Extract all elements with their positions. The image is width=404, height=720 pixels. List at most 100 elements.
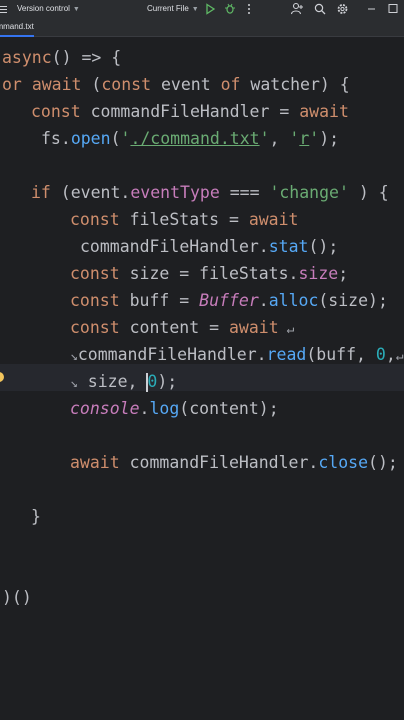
maximize-icon[interactable]: [388, 0, 398, 18]
code-token: (: [81, 75, 102, 94]
code-token: );: [319, 129, 340, 148]
code-token: Buffer: [199, 291, 259, 310]
code-token: open: [70, 129, 111, 148]
code-editor[interactable]: async() => { or await (const event of wa…: [0, 37, 404, 720]
chevron-down-icon: ▼: [72, 6, 80, 13]
menu-icon[interactable]: [0, 0, 10, 18]
code-token: fs.: [41, 129, 71, 148]
tab-command-txt[interactable]: command.txt: [0, 18, 34, 37]
code-token: size = fileStats.: [119, 264, 299, 283]
code-token: await: [228, 318, 279, 337]
code-token: ': [309, 129, 320, 148]
code-line-13: console.log(content);: [70, 395, 279, 422]
code-token: (size);: [318, 291, 388, 310]
code-token: or: [2, 75, 22, 94]
code-token: );: [157, 372, 178, 391]
code-token: (buff,: [306, 345, 376, 364]
code-line-1: async() => {: [2, 44, 121, 71]
code-token: stat: [268, 237, 309, 256]
more-actions-icon[interactable]: [244, 0, 254, 18]
run-configuration-dropdown[interactable]: Current File ▼: [147, 0, 199, 18]
code-token: commandFileHandler.: [80, 237, 269, 256]
code-token: commandFileHandler.: [119, 453, 319, 472]
code-line-11: ↘commandFileHandler.read(buff, 0,↵: [70, 341, 404, 368]
tab-label: command.txt: [0, 22, 34, 31]
code-token: }: [31, 507, 41, 526]
code-token: ': [289, 129, 300, 148]
code-token: const: [70, 291, 120, 310]
code-token: 0: [375, 345, 386, 364]
code-line-8: const size = fileStats.size;: [70, 260, 348, 287]
code-token: r: [299, 129, 310, 148]
code-token: const: [31, 102, 81, 121]
code-line-16: )(): [2, 584, 32, 611]
code-line-6: const fileStats = await: [70, 206, 298, 233]
code-token: of: [220, 75, 241, 94]
add-user-icon[interactable]: [291, 0, 303, 18]
code-token: await: [31, 75, 82, 94]
minimize-icon[interactable]: [367, 0, 376, 18]
code-token: const: [70, 210, 120, 229]
code-token: await: [299, 102, 349, 121]
code-line-5: if (event.eventType === 'change' ) {: [31, 179, 389, 206]
version-control-label: Version control: [17, 4, 70, 13]
code-token: (event.: [50, 183, 131, 202]
wrap-continuation-icon: ↘: [70, 376, 78, 391]
code-token: ,: [269, 129, 290, 148]
code-line-2: or await (const event of watcher) {: [2, 71, 350, 98]
code-token: .: [258, 291, 269, 310]
code-token: buff =: [119, 291, 200, 310]
code-token: close: [318, 453, 369, 472]
editor-tab-bar: command.txt: [0, 18, 404, 37]
wrap-continuation-icon: ↘: [70, 349, 78, 364]
code-token: ===: [219, 183, 270, 202]
code-token: )(): [2, 588, 32, 607]
code-token: ();: [308, 237, 339, 256]
code-token: event: [151, 75, 221, 94]
code-line-14: await commandFileHandler.close();: [70, 449, 398, 476]
code-token: await: [248, 210, 299, 229]
code-token: ./command.txt: [130, 129, 260, 148]
code-line-10: const content = await ↵: [70, 314, 294, 341]
run-icon[interactable]: [206, 0, 215, 18]
code-token: watcher) {: [240, 75, 350, 94]
search-icon[interactable]: [314, 0, 326, 18]
code-token: log: [149, 399, 180, 418]
code-token: console: [70, 399, 140, 418]
text-cursor: [146, 373, 149, 392]
code-token: eventType: [130, 183, 220, 202]
code-token: () => {: [51, 48, 122, 67]
version-control-dropdown[interactable]: Version control ▼: [17, 0, 80, 18]
code-token: const: [101, 75, 152, 94]
code-token: async: [2, 48, 52, 67]
chevron-down-icon: ▼: [191, 6, 199, 13]
code-token: if: [31, 183, 51, 202]
code-token: ) {: [348, 183, 389, 202]
code-token: 'change': [269, 183, 349, 202]
code-line-3: const commandFileHandler = await: [31, 98, 349, 125]
code-token: ();: [368, 453, 398, 472]
code-token: content =: [119, 318, 229, 337]
debug-icon[interactable]: [225, 0, 235, 18]
code-token: size,: [77, 372, 148, 391]
code-token: (content);: [179, 399, 279, 418]
code-token: alloc: [268, 291, 319, 310]
code-token: ': [120, 129, 131, 148]
code-token: ': [259, 129, 270, 148]
wrap-arrow-icon: ↵: [395, 349, 404, 364]
code-token: const: [70, 264, 120, 283]
code-token: read: [266, 345, 307, 364]
gear-icon[interactable]: [336, 0, 349, 18]
code-token: commandFileHandler =: [80, 102, 300, 121]
code-line-12: ↘ size, 0);: [70, 368, 177, 395]
code-line-4: fs.open('./command.txt', 'r');: [41, 125, 339, 152]
code-token: .: [139, 399, 150, 418]
code-line-15: }: [31, 503, 41, 530]
code-token: size: [298, 264, 339, 283]
run-config-label: Current File: [147, 4, 189, 13]
code-token: await: [70, 453, 120, 472]
code-token: ;: [338, 264, 349, 283]
code-line-7: commandFileHandler.stat();: [80, 233, 338, 260]
code-token: commandFileHandler.: [77, 345, 267, 364]
